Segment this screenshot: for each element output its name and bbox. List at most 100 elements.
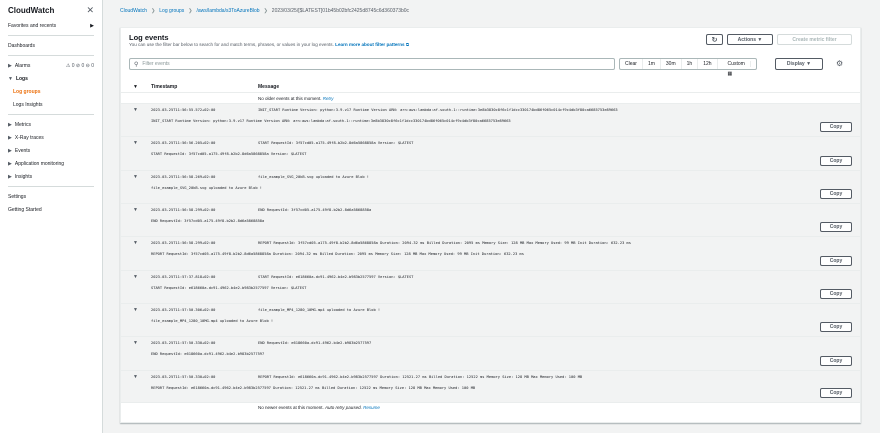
caret-down-icon[interactable]: ▼ [133,307,138,313]
log-event-row[interactable]: ▼ 2023-03-25T11:56:58.299+02:00 END Reque… [121,203,860,236]
copy-button[interactable]: Copy [820,156,852,166]
caret-down-icon: ▼ [757,36,763,43]
breadcrumb-cloudwatch[interactable]: CloudWatch [120,8,147,14]
caret-down-icon[interactable]: ▼ [133,374,138,380]
event-timestamp: 2023-03-25T11:57:50.330+02:00 [151,375,216,379]
copy-label: Copy [829,124,843,130]
event-summary: 2023-03-25T11:56:58.299+02:00 END Request… [151,208,371,212]
event-detail: REPORT RequestId: e618660a-dc91-4962-b4e… [151,386,476,390]
copy-button[interactable]: Copy [820,388,852,398]
copy-button[interactable]: Copy [820,256,852,266]
event-message: END RequestId: 3f57cd05-a175-49f8-b2b2-8… [258,208,372,212]
breadcrumb-log-group[interactable]: /aws/lambda/s3ToAzureBlob [197,8,260,14]
refresh-icon: ↻ [711,36,718,44]
copy-button[interactable]: Copy [820,222,852,232]
log-event-row[interactable]: ▼ 2023-03-25T11:57:50.330+02:00 END Reque… [121,336,860,370]
xray-label: X-Ray traces [14,134,44,141]
sidebar-item-app-monitoring[interactable]: ▶ Application monitoring [0,157,102,170]
refresh-button[interactable]: ↻ [706,34,723,45]
log-event-row[interactable]: ▼ 2023-03-25T11:56:56.205+02:00 START Req… [121,136,860,170]
event-timestamp: 2023-03-25T11:56:55.572+02:00 [151,108,216,112]
learn-more-link[interactable]: Learn more about filter patterns [335,42,404,47]
caret-right-icon: ▶ [8,121,12,128]
sidebar-item-favorites[interactable]: Favorites and recents ▶ [0,19,102,32]
filter-input[interactable]: ⚲ Filter events [129,58,615,70]
copy-button[interactable]: Copy [820,189,852,199]
caret-down-icon[interactable]: ▼ [133,340,138,346]
copy-button[interactable]: Copy [820,289,852,299]
breadcrumb: CloudWatch ❯ Log groups ❯/aws/lambda/s3ToAz… [120,8,409,14]
log-event-row[interactable]: ▼ 2023-03-25T11:57:50.330+02:00 REPORT Re… [121,370,860,402]
range-12h[interactable]: 12h [698,59,718,69]
sidebar-item-xray[interactable]: ▶ X-Ray traces [0,131,102,144]
sidebar-item-dashboards[interactable]: Dashboards [0,39,102,52]
external-link-icon: ⧉ [405,42,410,47]
logs-label: Logs [15,75,28,82]
caret-down-icon[interactable]: ▼ [133,274,138,280]
event-timestamp: 2023-03-25T11:57:50.306+02:00 [151,308,216,312]
caret-down-icon[interactable]: ▼ [133,140,138,146]
log-events-panel: Log events You can use the filter bar be… [120,27,861,423]
app-monitoring-label: Application monitoring [14,160,65,167]
sidebar-item-log-groups[interactable]: Log groups [0,85,102,98]
log-event-row[interactable]: ▼ 2023-03-25T11:56:58.299+02:00 REPORT Re… [121,236,860,270]
event-message: START RequestId: e618660a-dc91-4962-b4e2… [258,275,414,279]
actions-button[interactable]: Actions ▼ [727,34,773,45]
copy-label: Copy [829,258,843,264]
copy-button[interactable]: Copy [820,322,852,332]
create-metric-filter-button[interactable]: Create metric filter [777,34,852,45]
copy-label: Copy [829,358,843,364]
sidebar-item-logs-insights[interactable]: Logs Insights [0,98,102,111]
search-icon: ⚲ [134,61,139,68]
sidebar-item-metrics[interactable]: ▶ Metrics [0,118,102,131]
close-icon[interactable]: ✕ [86,5,94,16]
caret-down-icon[interactable]: ▼ [133,107,138,113]
filter-placeholder: Filter events [142,61,170,67]
copy-button[interactable]: Copy [820,356,852,366]
sidebar: CloudWatch ✕ Favorites and recents ▶ Das… [0,0,103,433]
sidebar-header: CloudWatch ✕ [0,0,102,19]
sidebar-item-logs[interactable]: ▼ Logs [0,72,102,85]
log-events-list: No older events at this moment. Retry ▼ … [121,94,860,411]
log-event-row[interactable]: ▼ 2023-03-25T11:56:58.269+02:00 file_exam… [121,170,860,203]
log-groups-label: Log groups [13,88,41,95]
range-custom[interactable]: Custom ▦ [718,59,756,77]
copy-label: Copy [829,224,843,230]
column-timestamp[interactable]: Timestamp [151,84,177,90]
caret-right-icon: ▶ [8,134,12,141]
breadcrumb-log-groups[interactable]: Log groups [159,8,184,14]
resume-link[interactable]: Resume [363,405,380,410]
copy-label: Copy [829,158,843,164]
caret-down-icon[interactable]: ▼ [133,240,138,246]
copy-label: Copy [829,291,843,297]
range-30m[interactable]: 30m [661,59,682,69]
event-timestamp: 2023-03-25T11:57:50.330+02:00 [151,341,216,345]
sidebar-item-getting-started[interactable]: Getting Started [0,203,102,216]
log-event-row[interactable]: ▼ 2023-03-25T11:57:50.306+02:00 file_exam… [121,303,860,336]
event-summary: 2023-03-25T11:56:58.269+02:00 file_exampl… [151,175,369,179]
copy-button[interactable]: Copy [820,122,852,132]
no-newer-text: No newer events at this moment. [258,405,324,410]
expand-all-icon[interactable]: ▼ [133,84,138,90]
retry-link[interactable]: Retry [323,96,334,101]
range-1m[interactable]: 1m [643,59,661,69]
table-header: ▼ Timestamp Message [121,80,860,93]
range-1h[interactable]: 1h [682,59,699,69]
column-message[interactable]: Message [258,84,279,90]
log-event-row[interactable]: ▼ 2023-03-25T11:57:37.818+02:00 START Req… [121,270,860,303]
sidebar-item-settings[interactable]: Settings [0,190,102,203]
display-button[interactable]: Display ▼ [775,58,823,70]
copy-label: Copy [829,191,843,197]
sidebar-item-insights[interactable]: ▶ Insights [0,170,102,183]
range-clear[interactable]: Clear [620,59,643,69]
event-detail: REPORT RequestId: 3f57cd05-a175-49f8-b2b… [151,252,524,256]
log-event-row[interactable]: ▼ 2023-03-25T11:56:55.572+02:00 INIT_STAR… [121,103,860,136]
sidebar-item-events[interactable]: ▶ Events [0,144,102,157]
sidebar-item-alarms[interactable]: ▶ Alarms ⚠ 0 ⊘ 0 ⊖ 0 [0,59,102,72]
alarm-count-alarm: 0 [71,62,75,69]
event-detail: file_example_MP4_1280_10MG.mp4 uploaded … [151,319,274,323]
caret-down-icon[interactable]: ▼ [133,174,138,180]
gear-icon[interactable]: ⚙ [836,59,843,68]
caret-right-icon: ▶ [8,62,12,69]
caret-down-icon[interactable]: ▼ [133,207,138,213]
